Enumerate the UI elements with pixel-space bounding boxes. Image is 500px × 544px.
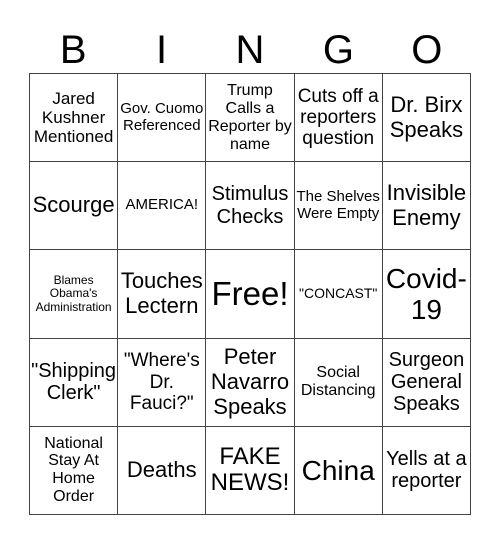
cell-text: The Shelves Were Empty <box>296 187 380 222</box>
header-letter-i: I <box>156 28 168 72</box>
bingo-cell[interactable]: Surgeon General Speaks <box>382 338 471 427</box>
header-letter-n: N <box>235 28 265 72</box>
cell-text: Covid-19 <box>385 262 467 325</box>
header-letter-b: B <box>59 28 87 72</box>
cell-text: Yells at a reporter <box>386 448 467 493</box>
cell-text: Trump Calls a Reporter by name <box>208 81 292 153</box>
cell-text: Invisible Enemy <box>386 180 467 230</box>
bingo-cell[interactable]: Blames Obama's Administration <box>30 250 119 339</box>
cell-text: Gov. Cuomo Referenced <box>120 99 204 134</box>
bingo-cell[interactable]: "CONCAST" <box>294 250 383 339</box>
cell-text: National Stay At Home Order <box>44 434 103 506</box>
bingo-cell[interactable]: Cuts off a reporters question <box>294 74 383 163</box>
bingo-cell[interactable]: Yells at a reporter <box>382 426 471 515</box>
cell-text: "CONCAST" <box>299 285 378 302</box>
cell-text: AMERICA! <box>125 196 199 214</box>
bingo-cell[interactable]: Gov. Cuomo Referenced <box>118 74 207 163</box>
bingo-cell[interactable]: Dr. Birx Speaks <box>382 74 471 163</box>
cell-text: Surgeon General Speaks <box>388 348 465 416</box>
bingo-cell[interactable]: Invisible Enemy <box>382 162 471 251</box>
bingo-cell[interactable]: China <box>294 426 383 515</box>
header-letter-o: O <box>411 28 443 72</box>
bingo-cell[interactable]: Covid-19 <box>382 250 471 339</box>
bingo-cell[interactable]: National Stay At Home Order <box>30 426 119 515</box>
cell-text: Deaths <box>126 457 197 483</box>
cell-text: Jared Kushner Mentioned <box>33 89 114 147</box>
bingo-cell[interactable]: Stimulus Checks <box>206 162 295 251</box>
bingo-cell[interactable]: Trump Calls a Reporter by name <box>206 74 295 163</box>
bingo-cell[interactable]: The Shelves Were Empty <box>294 162 383 251</box>
cell-text: Free! <box>211 274 289 312</box>
bingo-cell[interactable]: Peter Navarro Speaks <box>206 338 295 427</box>
free-space-cell[interactable]: Free! <box>206 250 295 339</box>
header-letter-g: G <box>322 28 354 72</box>
cell-text: Cuts off a reporters question <box>297 85 379 150</box>
cell-text: Touches Lectern <box>120 268 203 318</box>
cell-text: "Where's Dr. Fauci?" <box>123 350 200 414</box>
bingo-cell[interactable]: Touches Lectern <box>118 250 207 339</box>
cell-text: Stimulus Checks <box>211 183 289 228</box>
bingo-cell[interactable]: "Where's Dr. Fauci?" <box>118 338 207 427</box>
cell-text: "Shipping Clerk" <box>31 359 117 405</box>
cell-text: Scourge <box>32 192 115 218</box>
bingo-header: B I N G O <box>29 28 471 73</box>
cell-text: Blames Obama's Administration <box>35 272 112 314</box>
bingo-cell[interactable]: Jared Kushner Mentioned <box>30 74 119 163</box>
cell-text: Dr. Birx Speaks <box>389 91 464 142</box>
bingo-cell[interactable]: AMERICA! <box>118 162 207 251</box>
cell-text: China <box>301 454 375 486</box>
bingo-cell[interactable]: FAKE NEWS! <box>206 426 295 515</box>
bingo-cell[interactable]: "Shipping Clerk" <box>30 338 119 427</box>
cell-text: Social Distancing <box>300 364 376 400</box>
bingo-cell[interactable]: Scourge <box>30 162 119 251</box>
bingo-cell[interactable]: Deaths <box>118 426 207 515</box>
bingo-cell[interactable]: Social Distancing <box>294 338 383 427</box>
cell-text: Peter Navarro Speaks <box>210 344 290 419</box>
cell-text: FAKE NEWS! <box>210 442 290 497</box>
bingo-board: Jared Kushner Mentioned Gov. Cuomo Refer… <box>29 73 471 515</box>
